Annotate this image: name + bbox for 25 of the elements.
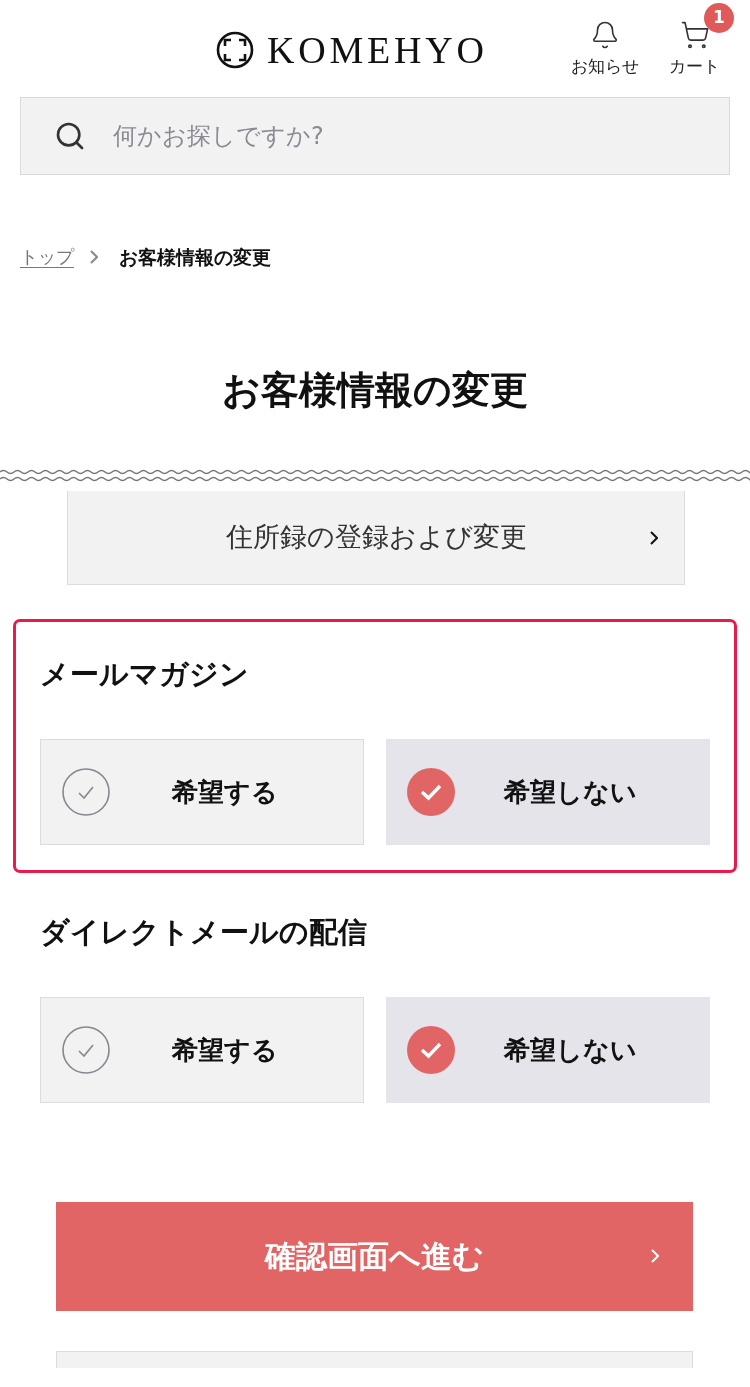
section-heading: メールマガジン <box>40 656 250 692</box>
logo-icon <box>216 31 254 69</box>
search-field[interactable]: 何かお探しですか? <box>20 97 730 175</box>
check-circle-icon <box>407 1026 455 1074</box>
breadcrumb-current: お客様情報の変更 <box>119 247 271 267</box>
chevron-right-icon <box>90 250 98 264</box>
section-heading: ダイレクトメールの配信 <box>40 914 368 950</box>
option-button[interactable]: 希望しない <box>386 997 710 1103</box>
cart-count-badge: 1 <box>704 3 734 33</box>
option-button[interactable]: 希望しない <box>386 739 710 845</box>
check-circle-icon <box>407 768 455 816</box>
logo-text[interactable]: KOMEHYO <box>267 31 488 69</box>
option-button[interactable]: 希望する <box>40 997 364 1103</box>
bell-icon <box>590 20 620 50</box>
chevron-right-icon <box>650 531 658 545</box>
page-title: お客様情報の変更 <box>221 367 529 414</box>
check-circle-icon <box>62 768 110 816</box>
cart-icon <box>679 20 710 50</box>
check-circle-icon <box>62 1026 110 1074</box>
chevron-right-icon <box>651 1249 659 1263</box>
notifications-button[interactable]: お知らせ <box>571 20 639 75</box>
breadcrumb-link[interactable]: トップ <box>20 248 74 266</box>
address-book-link[interactable]: 住所録の登録および変更 <box>67 491 685 585</box>
search-icon <box>54 120 86 152</box>
option-button[interactable]: 希望する <box>40 739 364 845</box>
